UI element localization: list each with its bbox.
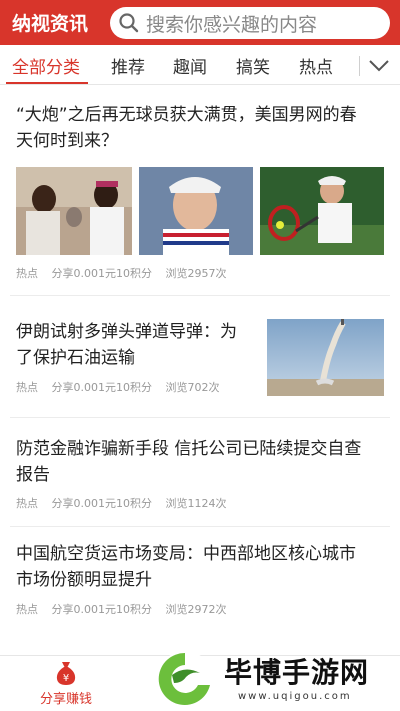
article-views: 浏览2957次	[165, 267, 227, 280]
article-share-reward: 分享0.001元10积分	[51, 381, 153, 394]
active-tab-indicator	[6, 82, 88, 84]
article-views: 浏览1124次	[165, 497, 227, 510]
article-title[interactable]: “大炮”之后再无球员获大满贯，美国男网的春 天何时到来？	[16, 102, 386, 154]
article-tag: 热点	[16, 603, 38, 616]
article-meta: 热点 分享0.001元10积分 浏览1124次	[16, 495, 237, 511]
watermark-brand: 毕博手游网	[224, 656, 370, 689]
category-tabs: 全部分类 推荐 趣闻 搞笑 热点	[0, 45, 400, 85]
tab-funny[interactable]: 搞笑	[236, 53, 270, 78]
tab-anecdotes[interactable]: 趣闻	[173, 53, 207, 78]
article-thumbnail[interactable]	[16, 167, 132, 255]
article-meta: 热点 分享0.001元10积分 浏览2957次	[16, 265, 237, 281]
article-share-reward: 分享0.001元10积分	[51, 497, 153, 510]
tab-hot[interactable]: 热点	[299, 53, 333, 78]
watermark-logo-icon	[157, 651, 213, 707]
top-bar: 纳视资讯 搜索你感兴趣的内容	[0, 0, 400, 45]
tab-recommended[interactable]: 推荐	[111, 53, 145, 78]
tab-all-categories[interactable]: 全部分类	[12, 53, 80, 78]
article-views: 浏览702次	[165, 381, 220, 394]
watermark: 毕博手游网 www.uqigou.com	[152, 645, 400, 711]
search-placeholder[interactable]: 搜索你感兴趣的内容	[146, 10, 317, 37]
divider	[10, 417, 390, 418]
article-tag: 热点	[16, 497, 38, 510]
nav-share-earn-label[interactable]: 分享赚钱	[30, 688, 102, 707]
search-icon	[118, 12, 140, 34]
article-tag: 热点	[16, 267, 38, 280]
app-title: 纳视资讯	[12, 13, 89, 35]
money-bag-icon: ¥	[54, 660, 78, 686]
article-title[interactable]: 伊朗试射多弹头弹道导弹：为 了保护石油运输	[16, 319, 256, 371]
search-bar[interactable]: 搜索你感兴趣的内容	[110, 7, 390, 39]
chevron-down-icon[interactable]	[367, 55, 391, 75]
article-share-reward: 分享0.001元10积分	[51, 603, 153, 616]
divider	[10, 526, 390, 527]
article-meta: 热点 分享0.001元10积分 浏览702次	[16, 379, 230, 395]
article-views: 浏览2972次	[165, 603, 227, 616]
tab-divider	[359, 56, 360, 76]
article-title[interactable]: 中国航空货运市场变局：中西部地区核心城市 市场份额明显提升	[16, 541, 386, 593]
article-thumbnail[interactable]	[260, 167, 384, 255]
article-thumbnail[interactable]	[139, 167, 253, 255]
article-meta: 热点 分享0.001元10积分 浏览2972次	[16, 601, 237, 617]
nav-share-earn[interactable]: ¥ 分享赚钱	[30, 660, 102, 707]
svg-text:¥: ¥	[63, 673, 69, 684]
article-share-reward: 分享0.001元10积分	[51, 267, 153, 280]
divider	[10, 295, 390, 296]
article-thumbnail[interactable]	[267, 319, 384, 396]
article-tag: 热点	[16, 381, 38, 394]
watermark-url: www.uqigou.com	[238, 691, 352, 702]
article-title[interactable]: 防范金融诈骗新手段 信托公司已陆续提交自查 报告	[16, 436, 386, 488]
